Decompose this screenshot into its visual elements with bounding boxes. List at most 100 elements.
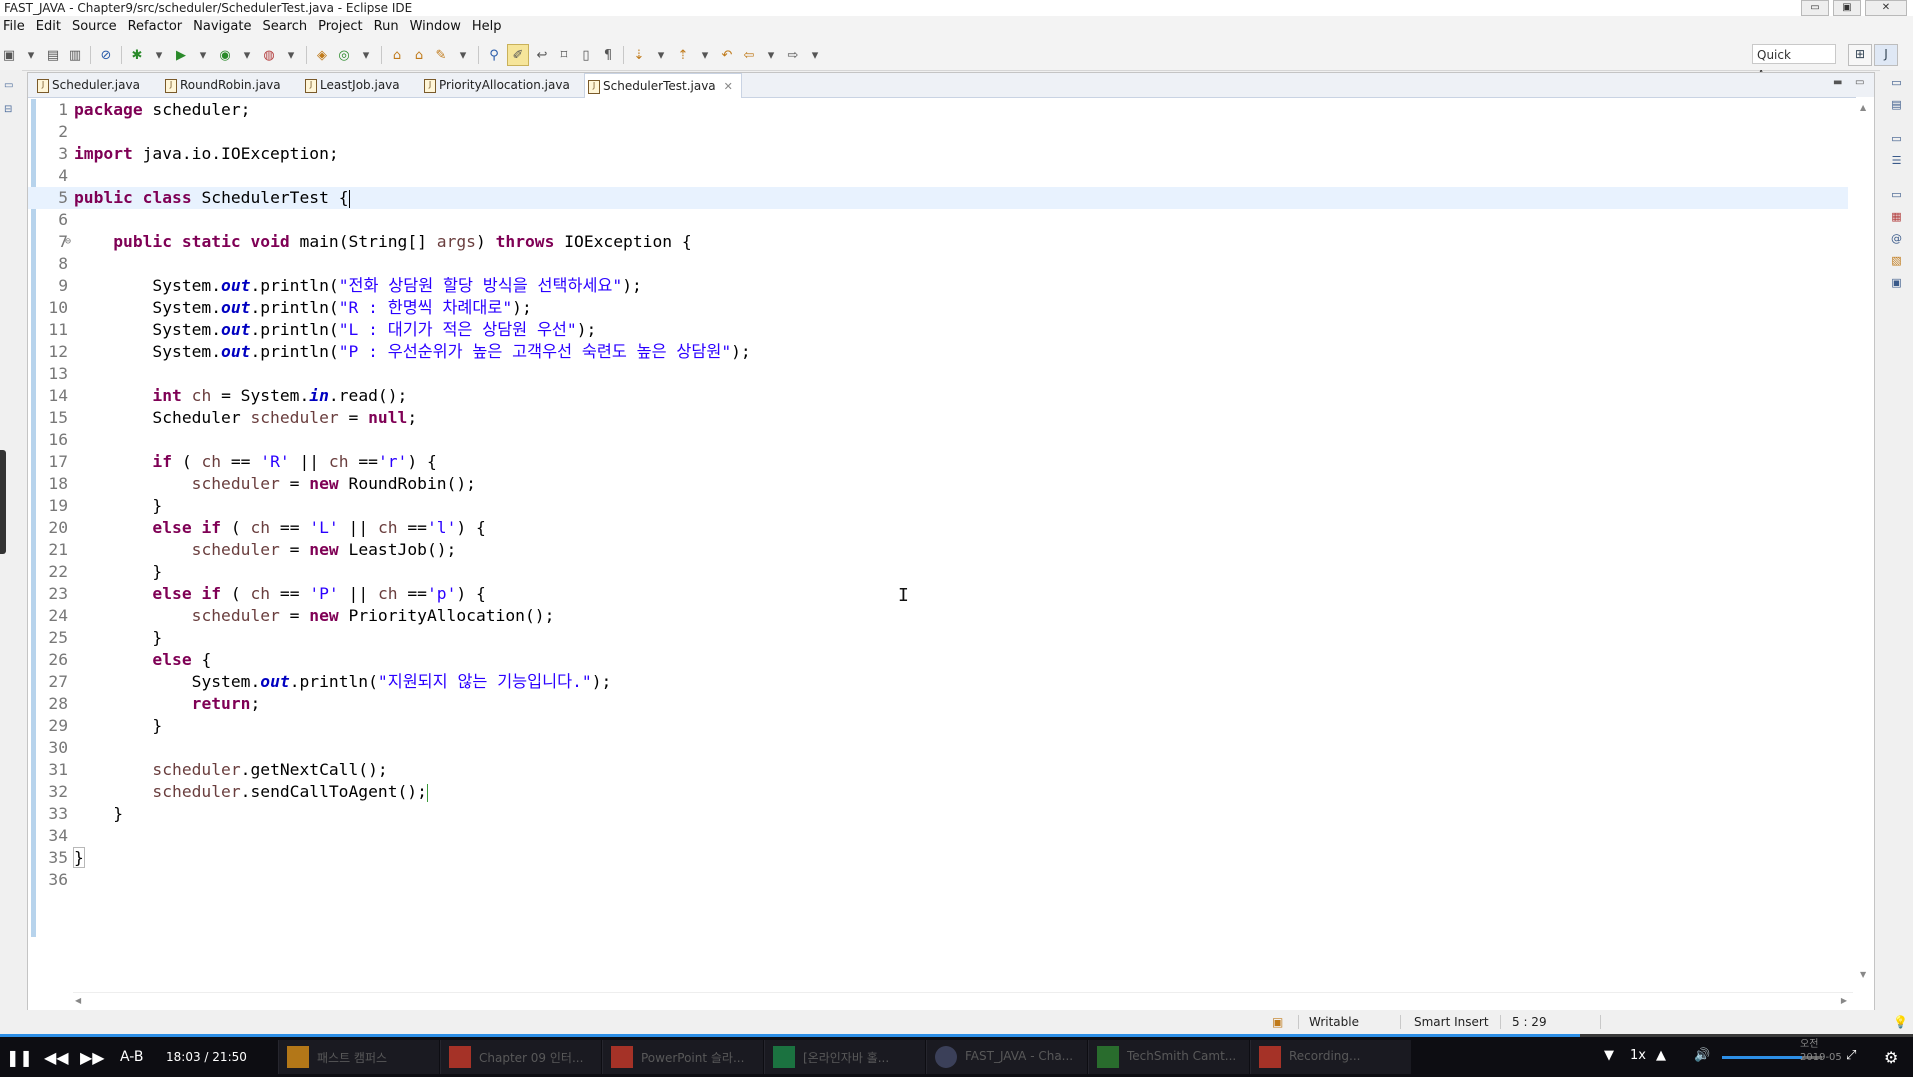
toggle-breadcrumb-icon[interactable]: ▯ (577, 46, 595, 64)
restore-icon[interactable]: ▭ (1889, 188, 1905, 204)
back-icon[interactable]: ⇦ (740, 46, 758, 64)
tab-leastjob-java[interactable]: J LeastJob.java (302, 73, 400, 97)
coverage-icon[interactable]: ◉ (216, 46, 234, 64)
run-icon[interactable]: ▶ (172, 46, 190, 64)
playback-progress[interactable] (0, 1034, 1913, 1037)
task-list-icon[interactable]: ▤ (1889, 98, 1905, 114)
minimize-editor-icon[interactable]: ▬ (1833, 77, 1842, 88)
tab-schedulertest-java[interactable]: J SchedulerTest.java ✕ (584, 73, 742, 98)
dropdown-icon[interactable]: ▾ (150, 46, 168, 64)
menu-navigate[interactable]: Navigate (190, 16, 259, 38)
minimize-button[interactable]: ▭ (1801, 0, 1829, 16)
dropdown-icon[interactable]: ▾ (762, 46, 780, 64)
dropdown-icon[interactable]: ▾ (282, 46, 300, 64)
toggle-mark-occurrences-icon[interactable]: ⚲ (485, 46, 503, 64)
tip-icon[interactable]: 💡 (1893, 1010, 1908, 1034)
search-icon[interactable]: ✎ (432, 46, 450, 64)
next-annotation-icon[interactable]: ⇣ (630, 46, 648, 64)
skip-breakpoints-icon[interactable]: ⊘ (97, 46, 115, 64)
show-whitespace-characters-icon[interactable]: ¶ (599, 46, 617, 64)
restore-icon[interactable]: ▭ (1889, 76, 1905, 92)
taskbar-item-recording[interactable]: Recording... (1250, 1040, 1411, 1074)
tab-priorityallocation-java[interactable]: J PriorityAllocation.java (421, 73, 570, 97)
dropdown-icon[interactable]: ▾ (22, 46, 40, 64)
save-all-icon[interactable]: ▥ (66, 46, 84, 64)
close-button[interactable]: ✕ (1865, 0, 1907, 16)
scroll-up-icon[interactable]: ▲ (1860, 103, 1866, 112)
playback-speed[interactable]: 1x (1630, 1048, 1646, 1063)
code-line: 7 ⊖ public static void main(String[] args… (28, 231, 1848, 253)
scroll-left-icon[interactable]: ◀ (75, 996, 81, 1005)
menu-help[interactable]: Help (469, 16, 510, 38)
ab-repeat-button[interactable]: A-B (120, 1049, 143, 1065)
tab-scheduler-java[interactable]: J Scheduler.java (34, 73, 140, 97)
vertical-scrollbar[interactable]: ▲ ▼ (1856, 97, 1874, 983)
outline-icon[interactable]: ☰ (1889, 154, 1905, 170)
rewind-icon[interactable]: ◀◀ (44, 1048, 69, 1067)
dropdown-icon[interactable]: ▾ (454, 46, 472, 64)
fold-toggle-icon[interactable]: ⊖ (65, 231, 71, 253)
open-type-icon[interactable]: ⌂ (388, 46, 406, 64)
menu-run[interactable]: Run (371, 16, 407, 38)
new-java-class-icon[interactable]: ◎ (335, 46, 353, 64)
javadoc-icon[interactable]: @ (1889, 232, 1905, 248)
horizontal-scrollbar[interactable]: ◀ ▶ (73, 992, 1853, 1011)
dropdown-icon[interactable]: ▾ (357, 46, 375, 64)
save-icon[interactable]: ▤ (44, 46, 62, 64)
tab-roundrobin-java[interactable]: J RoundRobin.java (162, 73, 281, 97)
external-tools-icon[interactable]: ◍ (260, 46, 278, 64)
forward-icon[interactable]: ⇨ (784, 46, 802, 64)
scroll-down-icon[interactable]: ▼ (1860, 970, 1866, 979)
declaration-icon[interactable]: ▧ (1889, 254, 1905, 270)
code-line: 18 scheduler = new RoundRobin(); (28, 473, 1848, 495)
package-explorer-icon[interactable]: ⊟ (4, 104, 18, 118)
previous-annotation-icon[interactable]: ⇡ (674, 46, 692, 64)
scroll-right-icon[interactable]: ▶ (1841, 996, 1847, 1005)
taskbar-item-powerpoint[interactable]: PowerPoint 슬라... (602, 1040, 763, 1074)
menu-search[interactable]: Search (259, 16, 315, 38)
maximize-button[interactable]: ▣ (1833, 0, 1861, 16)
close-tab-icon[interactable]: ✕ (724, 75, 733, 99)
menu-refactor[interactable]: Refactor (125, 16, 191, 38)
quick-access-input[interactable]: Quick Access (1752, 44, 1836, 82)
open-task-icon[interactable]: ⌂ (410, 46, 428, 64)
taskbar-item-chapter09[interactable]: Chapter 09 인터... (440, 1040, 601, 1074)
taskbar-item-eclipse[interactable]: FAST_JAVA - Cha... (926, 1040, 1087, 1074)
fast-forward-icon[interactable]: ▶▶ (80, 1048, 105, 1067)
playlist-dropdown-icon[interactable]: ▼ (1604, 1048, 1614, 1063)
pause-icon[interactable]: ❚❚ (6, 1048, 33, 1067)
dropdown-icon[interactable]: ▾ (806, 46, 824, 64)
menu-edit[interactable]: Edit (33, 16, 69, 38)
java-perspective-icon[interactable]: J (1874, 44, 1898, 66)
menu-file[interactable]: File (0, 16, 33, 38)
volume-icon[interactable]: 🔊 (1694, 1048, 1710, 1063)
console-icon[interactable]: ▣ (1889, 276, 1905, 292)
last-edit-location-icon[interactable]: ↶ (718, 46, 736, 64)
settings-icon[interactable]: ⚙ (1884, 1048, 1898, 1067)
problems-icon[interactable]: ▦ (1889, 210, 1905, 226)
new-java-package-icon[interactable]: ◈ (313, 46, 331, 64)
dropdown-icon[interactable]: ▾ (652, 46, 670, 64)
code-area[interactable]: 1 package scheduler; 2 3 import java.io.IO… (28, 99, 1848, 891)
maximize-editor-icon[interactable]: ▭ (1855, 77, 1864, 88)
open-perspective-icon[interactable]: ⊞ (1848, 44, 1872, 66)
debug-icon[interactable]: ✱ (128, 46, 146, 64)
taskbar-item-fastcampus[interactable]: 패스트 캠퍼스 (278, 1040, 439, 1074)
taskbar-item-camtasia[interactable]: TechSmith Camt... (1088, 1040, 1249, 1074)
dropdown-icon[interactable]: ▾ (696, 46, 714, 64)
menu-source[interactable]: Source (69, 16, 125, 38)
restore-icon[interactable]: ▭ (1889, 132, 1905, 148)
toggle-block-selection-icon[interactable]: ✐ (507, 44, 529, 66)
show-whitespace-icon[interactable]: ⌑ (555, 46, 573, 64)
new-icon[interactable]: ▣ (0, 46, 18, 64)
taskbar-item-online-java[interactable]: [온라인자바 홀... (764, 1040, 925, 1074)
menu-project[interactable]: Project (315, 16, 370, 38)
dropdown-icon[interactable]: ▾ (238, 46, 256, 64)
code-line: 23 else if ( ch == 'P' || ch =='p') { (28, 583, 1848, 605)
fullscreen-icon[interactable]: ⤢ (1846, 1048, 1856, 1063)
speed-up-icon[interactable]: ▲ (1656, 1048, 1666, 1063)
menu-window[interactable]: Window (407, 16, 469, 38)
restore-icon[interactable]: ▭ (4, 80, 18, 94)
word-wrap-icon[interactable]: ↩ (533, 46, 551, 64)
dropdown-icon[interactable]: ▾ (194, 46, 212, 64)
